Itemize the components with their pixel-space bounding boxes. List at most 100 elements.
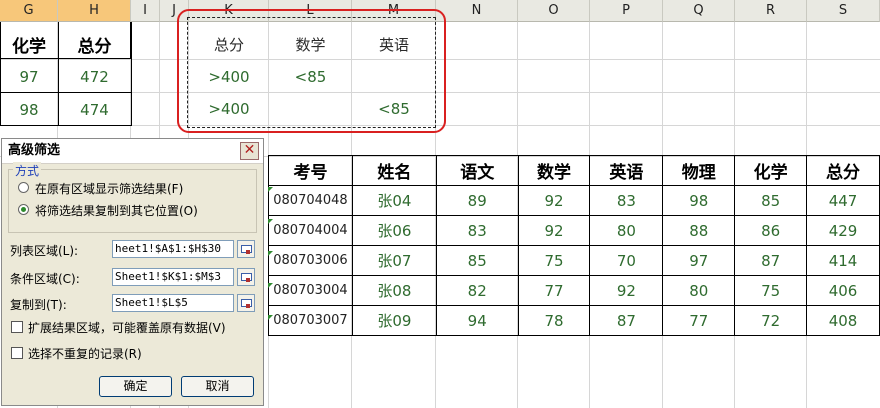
result-cell[interactable]: 86 bbox=[734, 215, 808, 246]
range-picker-icon[interactable] bbox=[237, 294, 255, 312]
copy-to-input[interactable]: Sheet1!$L$5 bbox=[112, 294, 234, 312]
result-cell[interactable]: 83 bbox=[435, 215, 519, 246]
result-cell[interactable]: 89 bbox=[435, 185, 519, 216]
column-header-p[interactable]: P bbox=[590, 0, 663, 22]
close-button[interactable]: ✕ bbox=[240, 142, 259, 160]
column-header-n[interactable]: N bbox=[436, 0, 518, 22]
result-header[interactable]: 英语 bbox=[589, 155, 664, 186]
result-cell[interactable]: 85 bbox=[435, 245, 519, 276]
result-cell[interactable]: 92 bbox=[517, 215, 591, 246]
result-cell[interactable]: 97 bbox=[662, 245, 736, 276]
result-cell[interactable]: 408 bbox=[806, 305, 880, 336]
column-header-r[interactable]: R bbox=[735, 0, 807, 22]
result-cell[interactable]: 92 bbox=[517, 185, 591, 216]
result-header[interactable]: 语文 bbox=[435, 155, 519, 186]
result-cell[interactable]: 77 bbox=[517, 275, 591, 306]
list-range-input[interactable]: heet1!$A$1:$H$30 bbox=[112, 240, 234, 258]
result-cell[interactable]: 80 bbox=[662, 275, 736, 306]
result-cell[interactable]: 85 bbox=[734, 185, 808, 216]
column-header-o[interactable]: O bbox=[518, 0, 590, 22]
result-cell[interactable]: 70 bbox=[589, 245, 664, 276]
criteria-range-label: 条件区域(C): bbox=[10, 272, 80, 286]
result-cell[interactable]: 72 bbox=[734, 305, 808, 336]
result-cell-name[interactable]: 张09 bbox=[351, 305, 437, 336]
table-row: 080704048 张04 89 92 83 98 85 447 bbox=[268, 185, 880, 216]
copy-to-label: 复制到(T): bbox=[10, 298, 67, 312]
result-cell[interactable]: 82 bbox=[435, 275, 519, 306]
result-header[interactable]: 数学 bbox=[517, 155, 591, 186]
result-cell-name[interactable]: 张06 bbox=[351, 215, 437, 246]
table-row: 080703004 张08 82 77 92 80 75 406 bbox=[268, 275, 880, 306]
result-cell[interactable]: 447 bbox=[806, 185, 880, 216]
result-header[interactable]: 考号 bbox=[268, 155, 353, 186]
result-cell[interactable]: 98 bbox=[662, 185, 736, 216]
radio-copy-to-location-label[interactable]: 将筛选结果复制到其它位置(O) bbox=[35, 202, 198, 219]
result-cell[interactable]: 88 bbox=[662, 215, 736, 246]
radio-copy-to-location[interactable] bbox=[18, 204, 29, 215]
column-header-s[interactable]: S bbox=[807, 0, 880, 22]
error-indicator-icon bbox=[268, 219, 273, 224]
cell-g3[interactable]: 98 bbox=[0, 101, 58, 119]
result-cell[interactable]: 92 bbox=[589, 275, 664, 306]
result-cell[interactable]: 77 bbox=[662, 305, 736, 336]
cancel-button[interactable]: 取消 bbox=[181, 376, 254, 397]
cell-g2[interactable]: 97 bbox=[0, 68, 58, 86]
result-cell[interactable]: 414 bbox=[806, 245, 880, 276]
result-cell[interactable]: 75 bbox=[517, 245, 591, 276]
result-cell-id[interactable]: 080704048 bbox=[268, 185, 353, 216]
range-picker-icon[interactable] bbox=[237, 268, 255, 286]
error-indicator-icon bbox=[268, 315, 273, 320]
result-table: 考号 姓名 语文 数学 英语 物理 化学 总分 080704048 张04 89… bbox=[268, 155, 880, 336]
result-cell[interactable]: 429 bbox=[806, 215, 880, 246]
left-header-total[interactable]: 总分 bbox=[58, 32, 131, 57]
result-cell[interactable]: 87 bbox=[589, 305, 664, 336]
result-cell[interactable]: 80 bbox=[589, 215, 664, 246]
error-indicator-icon bbox=[268, 283, 273, 288]
table-row: 080703007 张09 94 78 87 77 72 408 bbox=[268, 305, 880, 336]
unique-records-label[interactable]: 选择不重复的记录(R) bbox=[28, 345, 142, 362]
result-cell-id[interactable]: 080703004 bbox=[268, 275, 353, 306]
result-cell-id[interactable]: 080703006 bbox=[268, 245, 353, 276]
extend-results-label[interactable]: 扩展结果区域，可能覆盖原有数据(V) bbox=[28, 319, 226, 336]
table-row: 080703006 张07 85 75 70 97 87 414 bbox=[268, 245, 880, 276]
dialog-title: 高级筛选 bbox=[2, 139, 263, 164]
table-header-row: 考号 姓名 语文 数学 英语 物理 化学 总分 bbox=[268, 155, 880, 186]
error-indicator-icon bbox=[268, 187, 273, 192]
result-cell[interactable]: 94 bbox=[435, 305, 519, 336]
result-header[interactable]: 姓名 bbox=[351, 155, 437, 186]
range-picker-icon[interactable] bbox=[237, 240, 255, 258]
column-header-q[interactable]: Q bbox=[663, 0, 735, 22]
table-row: 080704004 张06 83 92 80 88 86 429 bbox=[268, 215, 880, 246]
result-header[interactable]: 物理 bbox=[662, 155, 736, 186]
mode-group: 方式 在原有区域显示筛选结果(F) 将筛选结果复制到其它位置(O) bbox=[8, 162, 257, 233]
result-cell[interactable]: 87 bbox=[734, 245, 808, 276]
left-table-divider bbox=[1, 125, 132, 126]
result-cell-name[interactable]: 张04 bbox=[351, 185, 437, 216]
cell-h3[interactable]: 474 bbox=[58, 101, 131, 119]
radio-filter-in-place-label[interactable]: 在原有区域显示筛选结果(F) bbox=[35, 180, 183, 197]
result-header[interactable]: 化学 bbox=[734, 155, 808, 186]
column-header-g[interactable]: G bbox=[0, 0, 58, 22]
mode-group-label: 方式 bbox=[13, 162, 42, 179]
criteria-highlight-box bbox=[177, 9, 446, 133]
result-header[interactable]: 总分 bbox=[806, 155, 880, 186]
result-cell[interactable]: 75 bbox=[734, 275, 808, 306]
column-header-i[interactable]: I bbox=[131, 0, 160, 22]
left-header-chemistry[interactable]: 化学 bbox=[0, 32, 58, 57]
result-cell-name[interactable]: 张08 bbox=[351, 275, 437, 306]
result-cell[interactable]: 406 bbox=[806, 275, 880, 306]
left-table-divider bbox=[1, 92, 132, 93]
radio-filter-in-place[interactable] bbox=[18, 182, 29, 193]
criteria-range-input[interactable]: Sheet1!$K$1:$M$3 bbox=[112, 268, 234, 286]
extend-results-checkbox[interactable] bbox=[11, 321, 23, 333]
unique-records-checkbox[interactable] bbox=[11, 347, 23, 359]
column-header-h[interactable]: H bbox=[58, 0, 131, 22]
result-cell-name[interactable]: 张07 bbox=[351, 245, 437, 276]
result-cell-id[interactable]: 080704004 bbox=[268, 215, 353, 246]
ok-button[interactable]: 确定 bbox=[99, 376, 172, 397]
cell-h2[interactable]: 472 bbox=[58, 68, 131, 86]
result-cell[interactable]: 83 bbox=[589, 185, 664, 216]
result-cell[interactable]: 78 bbox=[517, 305, 591, 336]
list-range-label: 列表区域(L): bbox=[10, 244, 79, 258]
result-cell-id[interactable]: 080703007 bbox=[268, 305, 353, 336]
